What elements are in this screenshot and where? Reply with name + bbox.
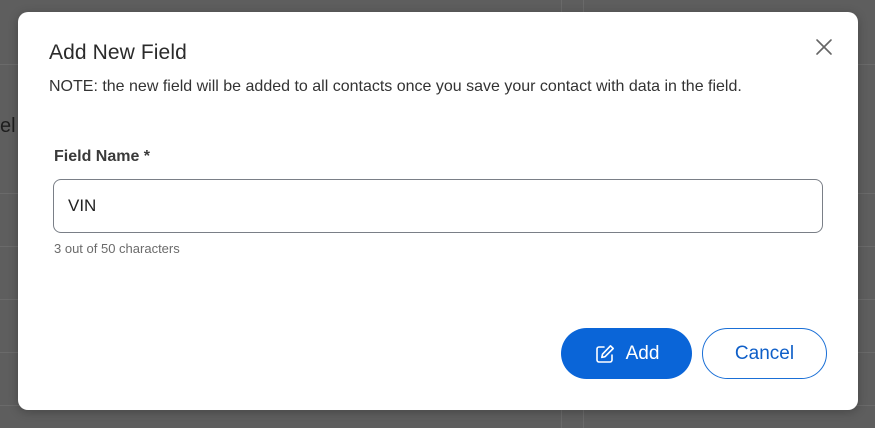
edit-pencil-icon bbox=[594, 343, 616, 365]
cancel-button[interactable]: Cancel bbox=[702, 328, 827, 379]
close-icon bbox=[816, 39, 832, 55]
add-field-dialog: Add New Field NOTE: the new field will b… bbox=[18, 12, 858, 410]
add-button-label: Add bbox=[625, 342, 660, 364]
dialog-note: NOTE: the new field will be added to all… bbox=[49, 78, 742, 95]
character-counter: 3 out of 50 characters bbox=[54, 241, 180, 256]
add-button[interactable]: Add bbox=[561, 328, 692, 379]
background-text-fragment: el bbox=[0, 115, 16, 137]
dialog-title: Add New Field bbox=[49, 41, 187, 64]
close-button[interactable] bbox=[814, 37, 834, 57]
field-name-label: Field Name * bbox=[54, 148, 151, 165]
field-name-input[interactable] bbox=[53, 179, 823, 233]
